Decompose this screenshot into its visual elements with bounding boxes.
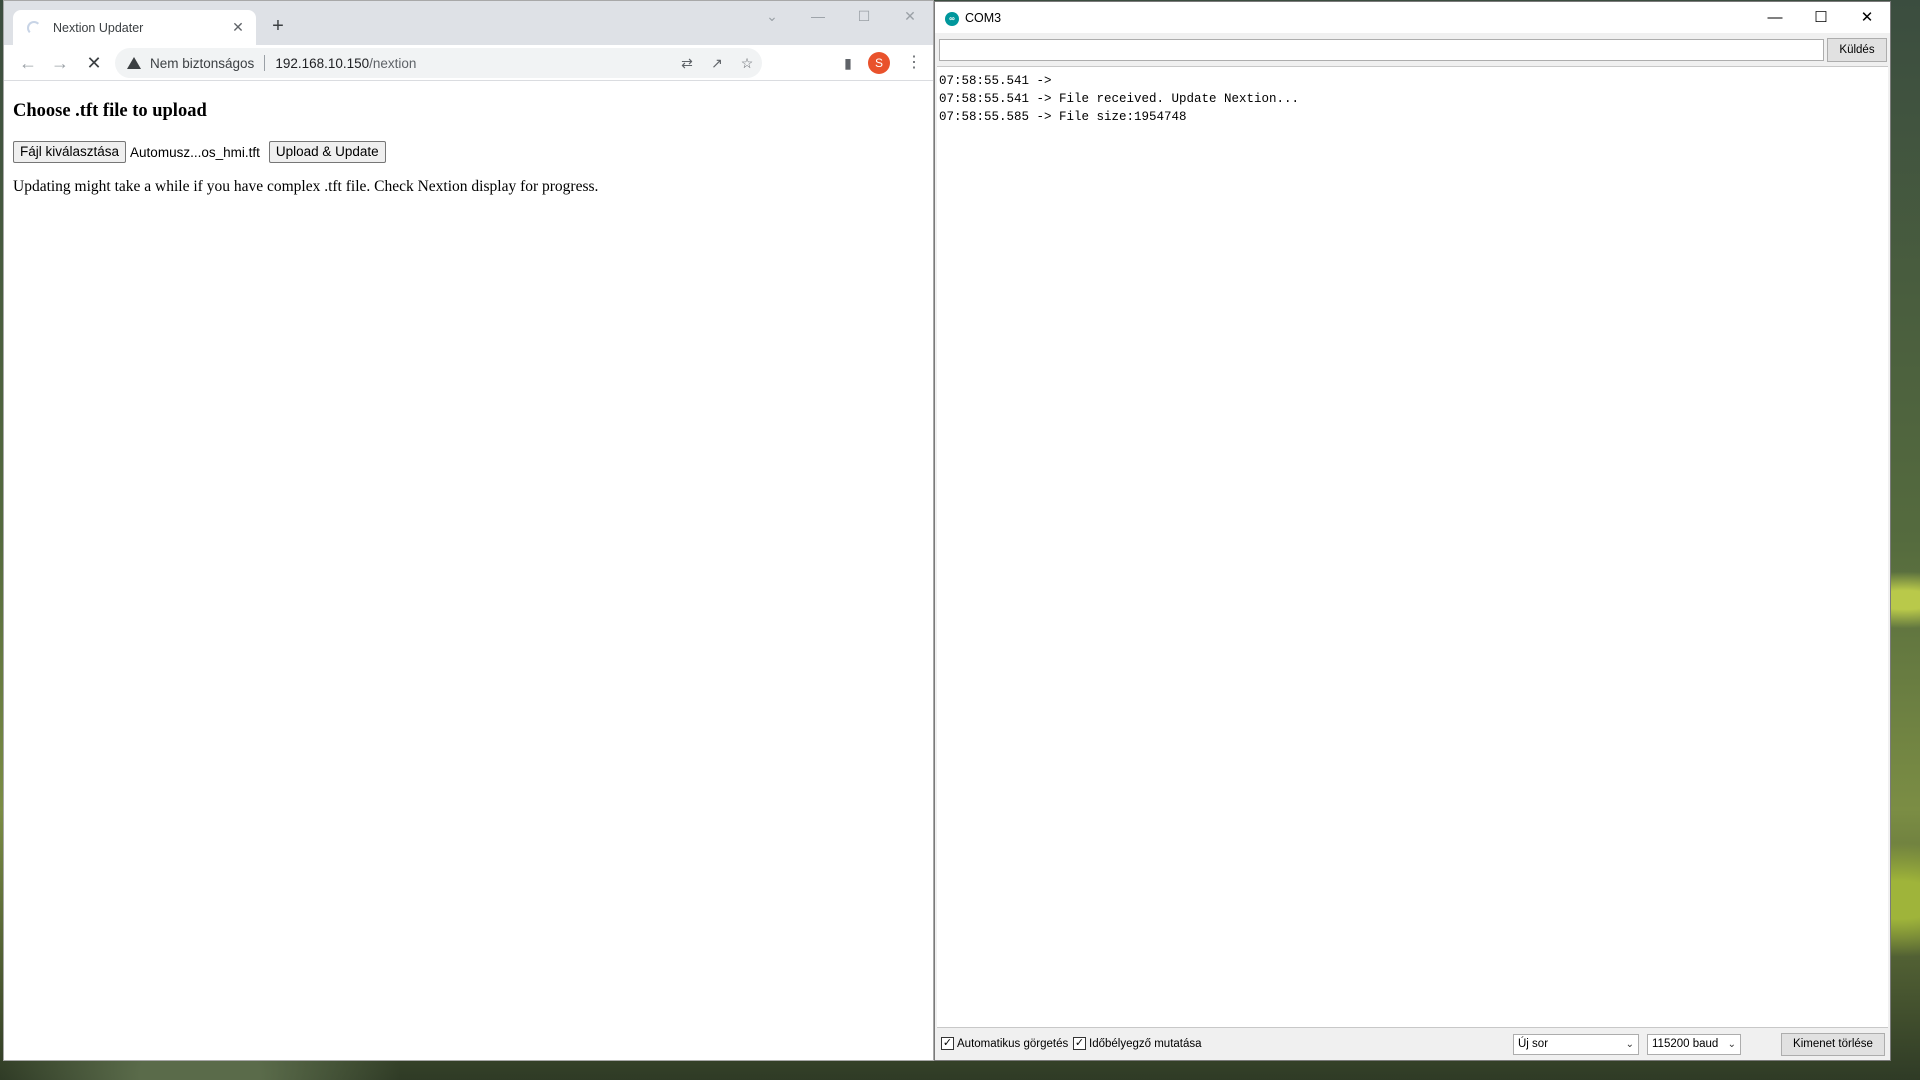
update-info-text: Updating might take a while if you have … xyxy=(13,178,599,195)
serial-footer-bar: ✓ Automatikus görgetés ✓ Időbélyegző mut… xyxy=(935,1033,1890,1057)
address-bar[interactable]: Nem biztonságos 192.168.10.150/nextion ⇄… xyxy=(115,48,762,78)
serial-window-title: COM3 xyxy=(965,11,1002,25)
file-upload-form: Fájl kiválasztása Automusz...os_hmi.tft … xyxy=(13,141,386,163)
autoscroll-label: Automatikus görgetés xyxy=(957,1037,1069,1050)
serial-output-area[interactable]: 07:58:55.541 -> 07:58:55.541 -> File rec… xyxy=(937,66,1888,1028)
close-button[interactable]: ✕ xyxy=(887,1,933,33)
send-button[interactable]: Küldés xyxy=(1827,38,1887,62)
side-panel-icon[interactable]: ▮ xyxy=(836,51,860,75)
serial-maximize-button[interactable]: ☐ xyxy=(1798,2,1844,33)
serial-send-input[interactable] xyxy=(939,39,1824,61)
stop-loading-button[interactable]: ✕ xyxy=(82,51,106,75)
not-secure-warning-icon[interactable] xyxy=(127,57,141,69)
maximize-button[interactable]: ☐ xyxy=(841,1,887,33)
url-path: /nextion xyxy=(369,55,417,71)
serial-close-button[interactable]: ✕ xyxy=(1844,2,1890,33)
autoscroll-checkbox[interactable]: ✓ Automatikus görgetés xyxy=(941,1037,1068,1050)
browser-window-controls: ⌄ — ☐ ✕ xyxy=(749,1,933,33)
serial-title-bar: ∞ COM3 — ☐ ✕ xyxy=(935,2,1890,33)
output-line: 07:58:55.541 -> xyxy=(939,74,1052,88)
forward-button[interactable]: → xyxy=(48,51,72,75)
browser-window: Nextion Updater ✕ + ⌄ — ☐ ✕ ← → ✕ Nem bi… xyxy=(3,0,934,1061)
bookmark-star-icon[interactable]: ☆ xyxy=(732,55,762,72)
baud-rate-value: 115200 baud xyxy=(1652,1038,1719,1050)
translate-icon[interactable]: ⇄ xyxy=(672,55,702,72)
share-icon[interactable]: ↗ xyxy=(702,55,732,72)
chevron-down-icon: ⌄ xyxy=(1625,1039,1634,1050)
tab-close-icon[interactable]: ✕ xyxy=(230,19,246,36)
tab-title: Nextion Updater xyxy=(53,20,144,35)
omnibox-divider xyxy=(264,55,266,71)
browser-toolbar: ← → ✕ Nem biztonságos 192.168.10.150/nex… xyxy=(4,45,933,81)
serial-monitor-window: ∞ COM3 — ☐ ✕ Küldés 07:58:55.541 -> 07:5… xyxy=(934,1,1891,1061)
profile-avatar[interactable]: S xyxy=(868,52,890,74)
url-text[interactable]: 192.168.10.150/nextion xyxy=(275,56,672,71)
selected-file-name: Automusz...os_hmi.tft xyxy=(130,144,260,160)
serial-minimize-button[interactable]: — xyxy=(1752,2,1798,33)
upload-update-button[interactable]: Upload & Update xyxy=(268,141,386,163)
url-host: 192.168.10.150 xyxy=(275,55,370,71)
timestamp-label: Időbélyegző mutatása xyxy=(1089,1037,1202,1050)
baud-rate-select[interactable]: 115200 baud ⌄ xyxy=(1647,1034,1741,1055)
clear-output-button[interactable]: Kimenet törlése xyxy=(1781,1033,1885,1056)
chevron-down-icon: ⌄ xyxy=(1727,1039,1736,1050)
security-label[interactable]: Nem biztonságos xyxy=(150,56,254,71)
tab-strip: Nextion Updater ✕ + ⌄ — ☐ ✕ xyxy=(4,1,933,45)
line-ending-value: Új sor xyxy=(1518,1038,1549,1050)
web-page-content: Choose .tft file to upload Fájl kiválasz… xyxy=(4,82,933,1060)
new-tab-button[interactable]: + xyxy=(266,15,290,39)
output-line: 07:58:55.541 -> File received. Update Ne… xyxy=(939,92,1300,106)
page-title: Choose .tft file to upload xyxy=(13,101,207,121)
tab-search-icon[interactable]: ⌄ xyxy=(749,1,795,33)
choose-file-button[interactable]: Fájl kiválasztása xyxy=(13,141,127,163)
timestamp-check-icon[interactable]: ✓ xyxy=(1073,1037,1086,1050)
arduino-icon: ∞ xyxy=(945,12,959,26)
back-button[interactable]: ← xyxy=(16,51,40,75)
timestamp-checkbox[interactable]: ✓ Időbélyegző mutatása xyxy=(1073,1037,1202,1050)
serial-window-controls: — ☐ ✕ xyxy=(1752,2,1890,33)
browser-tab[interactable]: Nextion Updater ✕ xyxy=(13,10,256,45)
loading-spinner-icon xyxy=(27,20,41,35)
line-ending-select[interactable]: Új sor ⌄ xyxy=(1513,1034,1639,1055)
menu-kebab-icon[interactable]: ⋮ xyxy=(902,51,926,75)
autoscroll-check-icon[interactable]: ✓ xyxy=(941,1037,954,1050)
output-line: 07:58:55.585 -> File size:1954748 xyxy=(939,110,1187,124)
minimize-button[interactable]: — xyxy=(795,1,841,33)
